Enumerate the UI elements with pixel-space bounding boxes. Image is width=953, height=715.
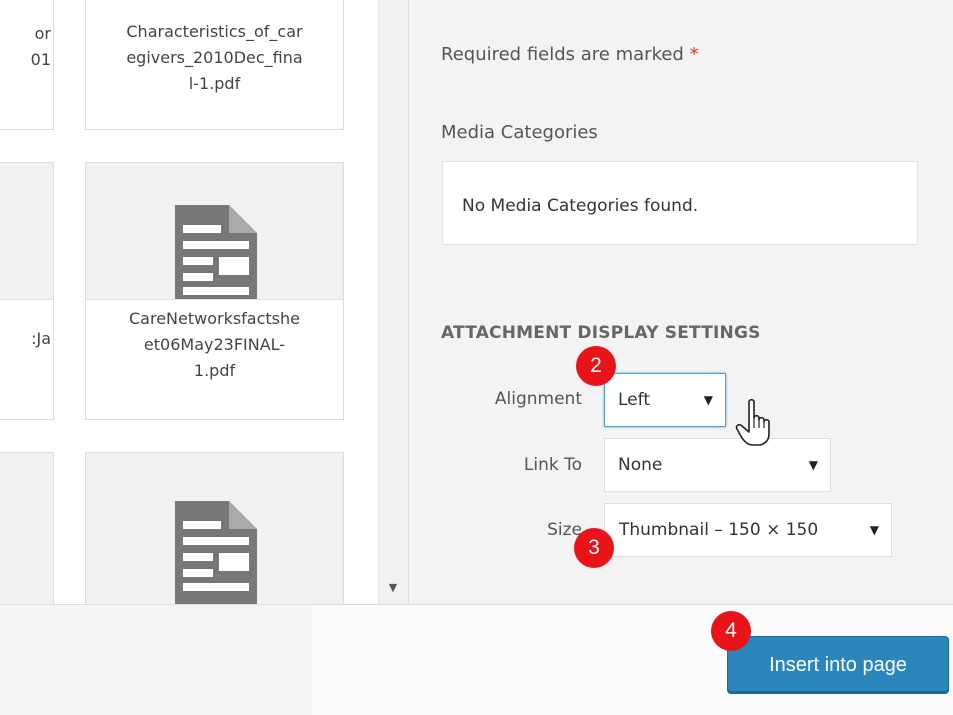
attachment-filename-line2: et06May23FINAL- (143, 335, 286, 354)
attachment-tile[interactable]: CareNetworksfactshe et06May23FINAL- 1.pd… (85, 162, 344, 420)
insert-into-page-button[interactable]: Insert into page (727, 636, 949, 694)
chevron-down-icon: ▼ (869, 523, 879, 537)
media-categories-label: Media Categories (441, 122, 598, 143)
attachment-filename-line1: :Ja (31, 329, 51, 348)
hand-pointer-icon (735, 398, 770, 446)
media-grid: or 01 Characteristics_of_car egivers_201… (0, 0, 380, 604)
attachment-tile[interactable] (85, 452, 344, 604)
alignment-select[interactable]: Left ▼ (604, 373, 726, 427)
scrollbar[interactable] (378, 0, 408, 604)
attachment-tile[interactable]: or 01 (0, 0, 54, 130)
required-fields-text: Required fields are marked (441, 44, 684, 65)
link-to-label: Link To (523, 455, 582, 475)
attachment-filename-line1: or (34, 24, 51, 43)
step-badge-2: 2 (576, 346, 616, 386)
attachment-tile[interactable] (0, 452, 54, 604)
media-categories-box: No Media Categories found. (442, 161, 918, 245)
size-select[interactable]: Thumbnail – 150 × 150 ▼ (604, 503, 892, 557)
attachment-filename-line1: CareNetworksfactshe (128, 309, 300, 328)
attachment-tile[interactable]: Characteristics_of_car egivers_2010Dec_f… (85, 0, 344, 130)
size-value: Thumbnail – 150 × 150 (619, 520, 819, 540)
chevron-down-icon: ▼ (808, 458, 818, 472)
media-categories-empty: No Media Categories found. (462, 196, 699, 216)
scroll-down-arrow-icon[interactable]: ▼ (383, 578, 403, 598)
attachment-filename-line3: l-1.pdf (188, 74, 241, 93)
alignment-value: Left (618, 390, 650, 410)
required-star: * (689, 44, 699, 65)
display-settings-title: ATTACHMENT DISPLAY SETTINGS (441, 323, 761, 343)
step-badge-3: 3 (574, 528, 614, 568)
footer-left-panel (0, 605, 312, 715)
attachment-filename: :Ja (0, 299, 53, 419)
step-badge-4: 4 (711, 611, 751, 651)
alignment-label: Alignment (494, 389, 582, 409)
link-to-value: None (618, 455, 663, 475)
attachment-filename-line3: 1.pdf (193, 361, 236, 380)
size-label: Size (547, 520, 582, 540)
attachment-filename: or 01 (0, 0, 53, 129)
link-to-select[interactable]: None ▼ (604, 438, 831, 492)
attachment-filename-line2: egivers_2010Dec_fina (126, 48, 303, 67)
chevron-down-icon: ▼ (703, 393, 713, 407)
document-icon (174, 205, 257, 301)
required-fields-note: Required fields are marked * (441, 44, 699, 65)
attachment-filename: CareNetworksfactshe et06May23FINAL- 1.pd… (86, 299, 343, 419)
attachment-tile[interactable]: :Ja (0, 162, 54, 420)
attachment-filename-line2: 01 (30, 50, 51, 69)
attachment-filename-line1: Characteristics_of_car (126, 22, 303, 41)
document-icon (174, 501, 257, 604)
attachment-filename: Characteristics_of_car egivers_2010Dec_f… (86, 0, 343, 129)
